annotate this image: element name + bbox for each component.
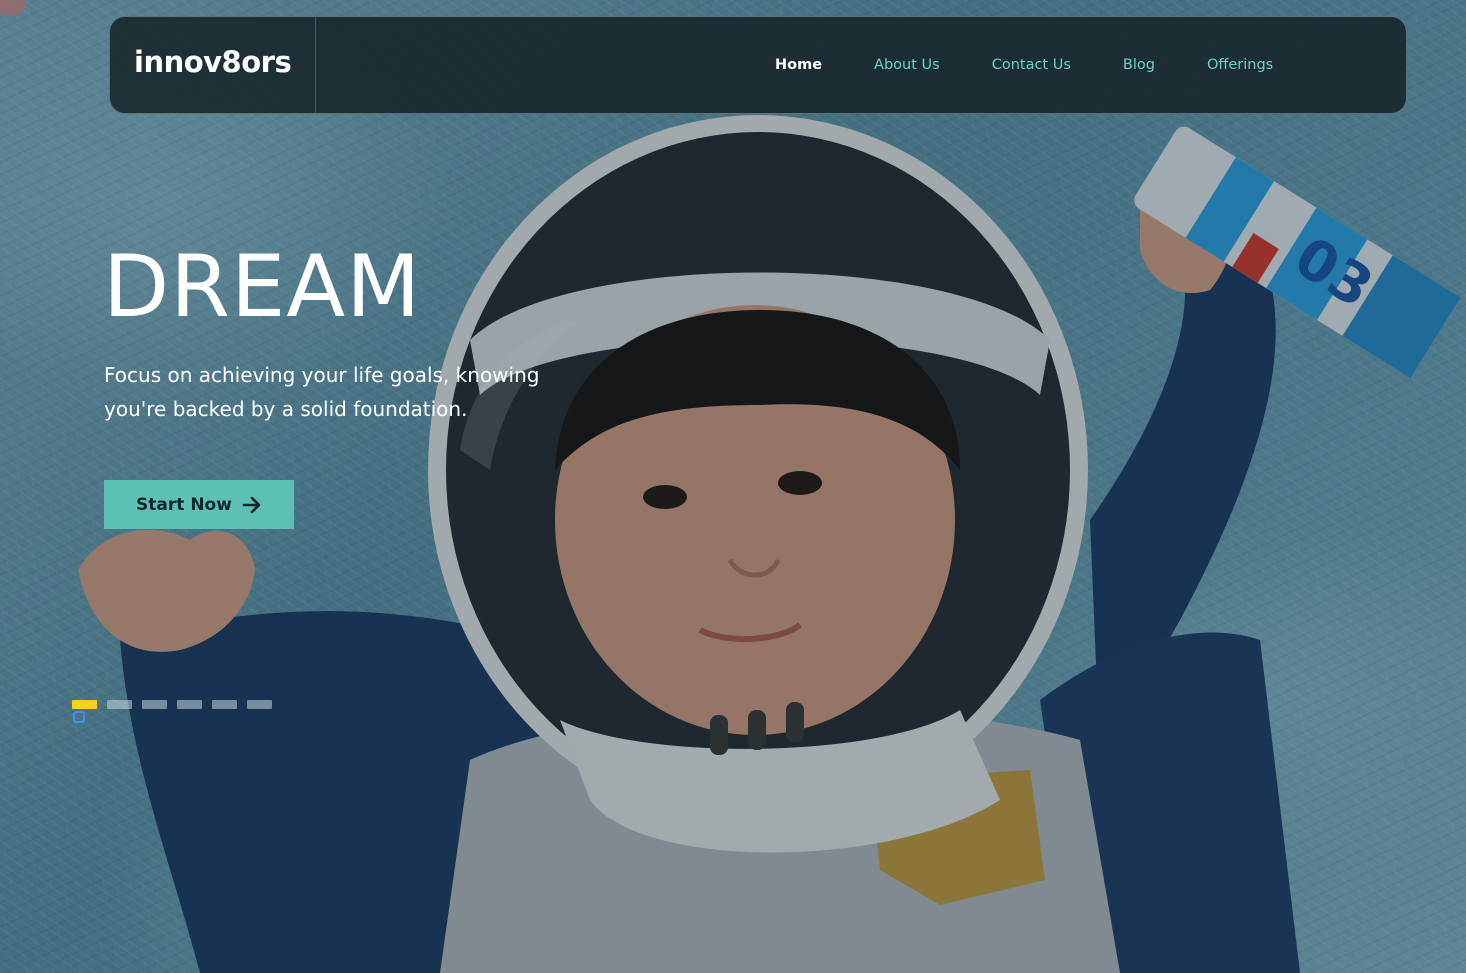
focus-indicator bbox=[73, 711, 85, 723]
logo-container[interactable]: innov8ors bbox=[110, 17, 316, 113]
slide-dot-5[interactable] bbox=[212, 700, 237, 709]
hero-subtitle: Focus on achieving your life goals, know… bbox=[104, 363, 540, 421]
arrow-right-icon bbox=[242, 495, 262, 515]
nav-link-about-us[interactable]: About Us bbox=[874, 57, 940, 73]
hero-title: DREAM bbox=[103, 237, 422, 337]
slide-dot-6[interactable] bbox=[247, 700, 272, 709]
start-now-button[interactable]: Start Now bbox=[104, 480, 294, 529]
nav-link-offerings[interactable]: Offerings bbox=[1207, 57, 1273, 73]
slide-dot-2[interactable] bbox=[107, 700, 132, 709]
slide-dot-1[interactable] bbox=[72, 700, 97, 709]
slide-dot-3[interactable] bbox=[142, 700, 167, 709]
nav-link-home[interactable]: Home bbox=[775, 57, 822, 73]
nav-link-blog[interactable]: Blog bbox=[1123, 57, 1155, 73]
page: 03 innov8ors Home About Us Contact Us Bl… bbox=[0, 0, 1466, 973]
start-now-label: Start Now bbox=[136, 494, 232, 515]
slide-dot-4[interactable] bbox=[177, 700, 202, 709]
brand-logo[interactable]: innov8ors bbox=[134, 45, 292, 79]
nav-link-contact-us[interactable]: Contact Us bbox=[992, 57, 1071, 73]
nav-links: Home About Us Contact Us Blog Offerings bbox=[775, 17, 1325, 113]
slider-pagination bbox=[72, 700, 272, 709]
top-navbar: innov8ors Home About Us Contact Us Blog … bbox=[109, 16, 1407, 114]
